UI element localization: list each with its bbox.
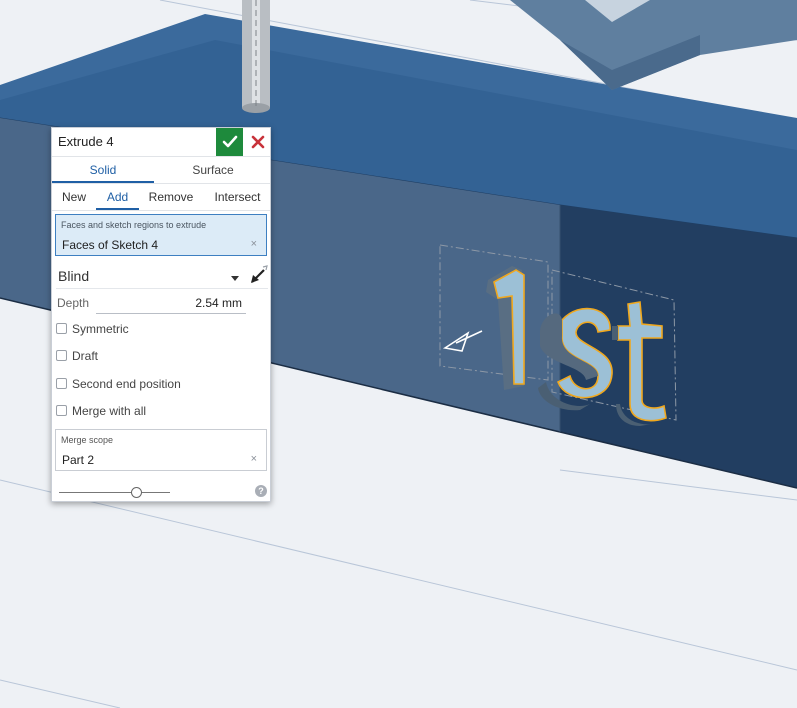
help-icon[interactable]: ? — [255, 485, 267, 497]
confirm-button[interactable] — [216, 128, 243, 156]
caret-down-icon[interactable] — [230, 273, 240, 283]
body-type-tabs: Solid Surface — [52, 157, 270, 184]
merge-scope-label: Merge scope — [61, 435, 114, 445]
checkbox-icon — [56, 405, 67, 416]
second-end-position-label: Second end position — [72, 377, 181, 391]
symmetric-checkbox[interactable]: Symmetric — [56, 322, 129, 340]
tab-surface[interactable]: Surface — [162, 157, 264, 183]
preview-slider-track[interactable] — [59, 492, 170, 493]
merge-scope-value: Part 2 — [62, 453, 95, 467]
depth-label: Depth — [57, 296, 90, 310]
end-type-select[interactable]: Blind — [58, 268, 89, 284]
op-new[interactable]: New — [56, 184, 92, 210]
tab-solid[interactable]: Solid — [52, 157, 154, 183]
cancel-button[interactable] — [245, 128, 270, 156]
checkmark-icon — [222, 135, 237, 148]
faces-selection-field[interactable]: Faces and sketch regions to extrude Face… — [55, 214, 267, 256]
second-end-position-checkbox[interactable]: Second end position — [56, 377, 181, 395]
draft-label: Draft — [72, 349, 99, 363]
checkbox-icon — [56, 323, 67, 334]
selection-field-value: Faces of Sketch 4 — [62, 238, 159, 252]
symmetric-label: Symmetric — [72, 322, 129, 336]
merge-scope-field[interactable]: Merge scope Part 2 × — [55, 429, 267, 471]
depth-input[interactable]: 2.54 mm — [142, 296, 242, 310]
checkbox-icon — [56, 350, 67, 361]
preview-slider-thumb[interactable] — [131, 487, 143, 498]
checkbox-icon — [56, 378, 67, 389]
close-icon — [251, 135, 264, 149]
block-side-face[interactable] — [560, 205, 797, 488]
op-add[interactable]: Add — [96, 184, 139, 210]
divider — [56, 288, 268, 289]
dialog-title: Extrude 4 — [58, 134, 114, 149]
dialog-header: Extrude 4 — [52, 128, 270, 157]
op-intersect[interactable]: Intersect — [209, 184, 266, 210]
op-remove[interactable]: Remove — [145, 184, 197, 210]
selection-field-label: Faces and sketch regions to extrude — [61, 220, 207, 230]
clear-merge-scope-icon[interactable]: × — [251, 453, 257, 465]
extrude-feature-dialog: Extrude 4 Solid Surface New Add Remove I… — [51, 127, 271, 502]
merge-with-all-label: Merge with all — [72, 404, 147, 418]
clear-selection-icon[interactable]: × — [251, 238, 257, 250]
draft-checkbox[interactable]: Draft — [56, 349, 98, 367]
operation-tabs: New Add Remove Intersect — [52, 184, 270, 211]
merge-with-all-checkbox[interactable]: Merge with all — [56, 404, 146, 422]
depth-input-underline — [96, 313, 246, 314]
drill-tool — [242, 0, 270, 113]
flip-direction-icon[interactable] — [249, 264, 269, 284]
